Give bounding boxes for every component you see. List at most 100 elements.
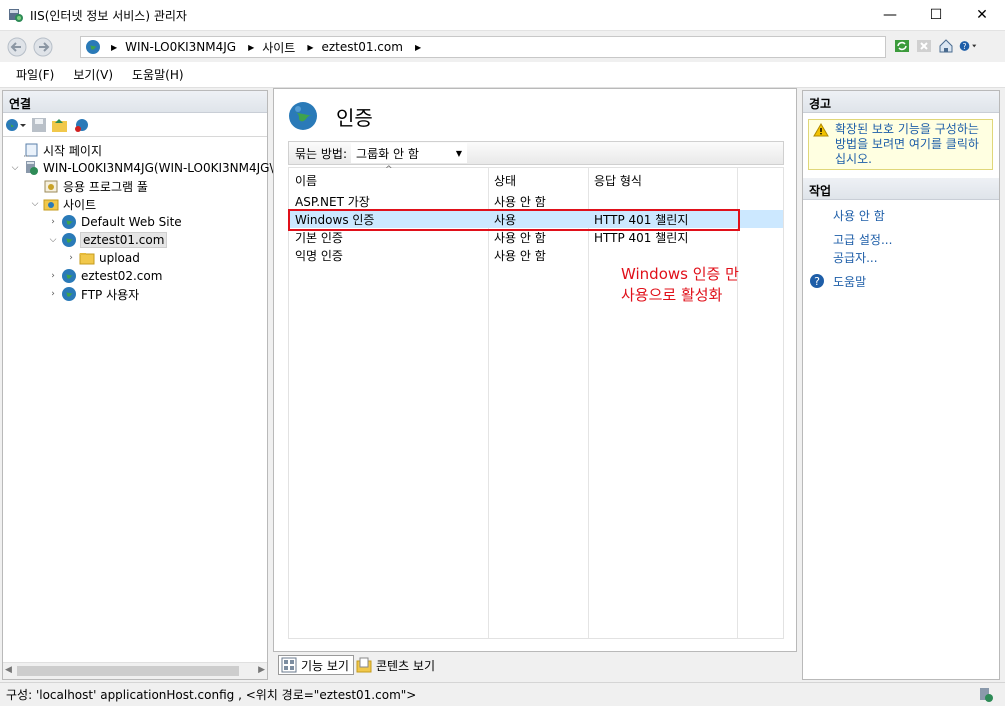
tab-content-view[interactable]: 콘텐츠 보기 (354, 655, 439, 675)
feature-panel: 인증 묶는 방법: 그룹화 안 함 ▼ 이름 ^ 상태 응답 형식 ASP.NE… (273, 88, 797, 652)
app-pool-icon (43, 178, 59, 194)
tree-item-eztest01[interactable]: ⌵ eztest01.com (47, 231, 168, 249)
globe-icon (288, 101, 318, 131)
breadcrumb-separator: ▶ (248, 42, 255, 52)
scroll-right-icon[interactable]: ▶ (258, 665, 265, 675)
disconnect-icon[interactable] (73, 117, 91, 133)
content-view-icon (356, 657, 372, 673)
tree-item-app-pools[interactable]: 응용 프로그램 풀 (29, 177, 148, 195)
minimize-button[interactable]: — (867, 0, 913, 30)
advanced-settings-action[interactable]: 고급 설정... (803, 230, 999, 248)
help-icon[interactable]: ? (959, 37, 977, 55)
globe-icon (61, 232, 77, 248)
title-bar: IIS(인터넷 정보 서비스) 관리자 — ☐ ✕ (0, 0, 1005, 30)
tree-item-upload[interactable]: › upload (65, 249, 140, 267)
tree-item-sites[interactable]: ⌵ 사이트 (29, 195, 97, 213)
main-area: 연결 시작 페이지 ⌵ WIN-LO0KI3NM4JG(WIN-LO0KI3NM… (0, 88, 1005, 682)
breadcrumb-separator: ▶ (111, 42, 118, 52)
view-tabs: 기능 보기 콘텐츠 보기 (278, 655, 439, 675)
group-by-label: 묶는 방법: (295, 146, 348, 161)
save-icon[interactable] (31, 117, 47, 133)
group-by-bar: 묶는 방법: 그룹화 안 함 ▼ (288, 141, 784, 165)
home-icon[interactable] (937, 37, 955, 55)
forward-arrow-icon (33, 37, 53, 56)
status-bar: 구성: 'localhost' applicationHost.config ,… (0, 682, 1005, 706)
tree-item-server[interactable]: ⌵ WIN-LO0KI3NM4JG(WIN-LO0KI3NM4JG\ (9, 159, 274, 177)
auth-list: 이름 ^ 상태 응답 형식 ASP.NET 가장 사용 안 함 Windows … (288, 165, 784, 639)
list-header: 이름 ^ 상태 응답 형식 (289, 165, 783, 190)
annotation-text: Windows 인증 만 사용으로 활성화 (621, 265, 739, 304)
back-arrow-icon (7, 37, 27, 56)
globe-icon (61, 268, 77, 284)
connect-icon[interactable] (5, 117, 27, 133)
table-row[interactable]: 익명 인증 사용 안 함 (289, 246, 783, 264)
address-field[interactable]: ▶ WIN-LO0KI3NM4JG ▶ 사이트 ▶ eztest01.com ▶ (80, 36, 886, 58)
status-text: 구성: 'localhost' applicationHost.config ,… (6, 688, 417, 702)
breadcrumb-server[interactable]: WIN-LO0KI3NM4JG (125, 40, 236, 54)
providers-action[interactable]: 공급자... (803, 248, 999, 266)
tree-item-start-page[interactable]: 시작 페이지 (9, 141, 102, 159)
collapse-icon[interactable]: ⌵ (9, 163, 21, 173)
server-status-icon (977, 686, 995, 704)
close-button[interactable]: ✕ (959, 0, 1005, 30)
expand-icon[interactable]: › (65, 253, 77, 263)
features-view-icon (281, 657, 297, 673)
server-icon (23, 160, 39, 176)
forward-button[interactable] (30, 36, 56, 58)
address-bar: ▶ WIN-LO0KI3NM4JG ▶ 사이트 ▶ eztest01.com ▶… (0, 30, 1005, 62)
expand-icon[interactable]: › (47, 217, 59, 227)
expand-icon[interactable]: › (47, 271, 59, 281)
globe-icon (85, 39, 101, 55)
expand-icon[interactable]: › (47, 289, 59, 299)
group-by-select[interactable]: 그룹화 안 함 ▼ (351, 143, 468, 163)
breadcrumb-site[interactable]: eztest01.com (322, 40, 403, 54)
stop-icon[interactable] (915, 37, 933, 55)
alerts-header: 경고 (803, 91, 999, 113)
maximize-button[interactable]: ☐ (913, 0, 959, 30)
sites-folder-icon (43, 196, 59, 212)
horizontal-scrollbar[interactable]: ◀ ▶ (3, 662, 267, 679)
svg-text:?: ? (963, 42, 967, 51)
menu-bar: 파일(F) 보기(V) 도움말(H) (0, 62, 1005, 88)
breadcrumb-separator: ▶ (307, 42, 314, 52)
folder-icon (79, 250, 95, 266)
iis-app-icon (8, 7, 24, 23)
actions-header: 작업 (803, 178, 999, 200)
sort-asc-icon: ^ (385, 165, 393, 175)
start-page-icon (23, 142, 39, 158)
back-button[interactable] (4, 36, 30, 58)
table-row[interactable]: ASP.NET 가장 사용 안 함 (289, 192, 783, 210)
help-icon: ? (809, 273, 825, 289)
tree-item-default-web-site[interactable]: › Default Web Site (47, 213, 182, 231)
connections-toolbar (3, 113, 267, 137)
connections-panel: 연결 시작 페이지 ⌵ WIN-LO0KI3NM4JG(WIN-LO0KI3NM… (2, 90, 274, 680)
page-header: 인증 (288, 101, 373, 131)
menu-view[interactable]: 보기(V) (63, 66, 122, 83)
breadcrumb-sites[interactable]: 사이트 (262, 39, 295, 56)
globe-icon (61, 286, 77, 302)
page-title: 인증 (336, 105, 373, 130)
chevron-down-icon: ▼ (455, 148, 463, 158)
menu-file[interactable]: 파일(F) (0, 66, 63, 83)
column-header-response[interactable]: 응답 형식 (588, 168, 738, 190)
collapse-icon[interactable]: ⌵ (47, 235, 59, 245)
tree-item-eztest02[interactable]: › eztest02.com (47, 267, 162, 285)
scroll-left-icon[interactable]: ◀ (5, 665, 12, 675)
disable-action[interactable]: 사용 안 함 (803, 206, 999, 224)
tree-item-ftp-users[interactable]: › FTP 사용자 (47, 285, 139, 303)
svg-text:?: ? (814, 275, 820, 288)
help-action[interactable]: ? 도움말 (803, 272, 999, 290)
connections-header: 연결 (3, 91, 267, 113)
refresh-icon[interactable] (893, 37, 911, 55)
up-folder-icon[interactable] (51, 117, 69, 133)
globe-icon (61, 214, 77, 230)
menu-help[interactable]: 도움말(H) (122, 66, 193, 83)
scroll-thumb[interactable] (17, 666, 239, 676)
column-header-status[interactable]: 상태 (488, 168, 588, 190)
tab-features-view[interactable]: 기능 보기 (278, 655, 354, 675)
alert-message[interactable]: 확장된 보호 기능을 구성하는 방법을 보려면 여기를 클릭하십시오. (808, 119, 993, 170)
column-header-name[interactable]: 이름 ^ (289, 165, 488, 190)
collapse-icon[interactable]: ⌵ (29, 199, 41, 209)
annotation-highlight-box (288, 209, 740, 231)
breadcrumb-separator: ▶ (414, 42, 422, 52)
